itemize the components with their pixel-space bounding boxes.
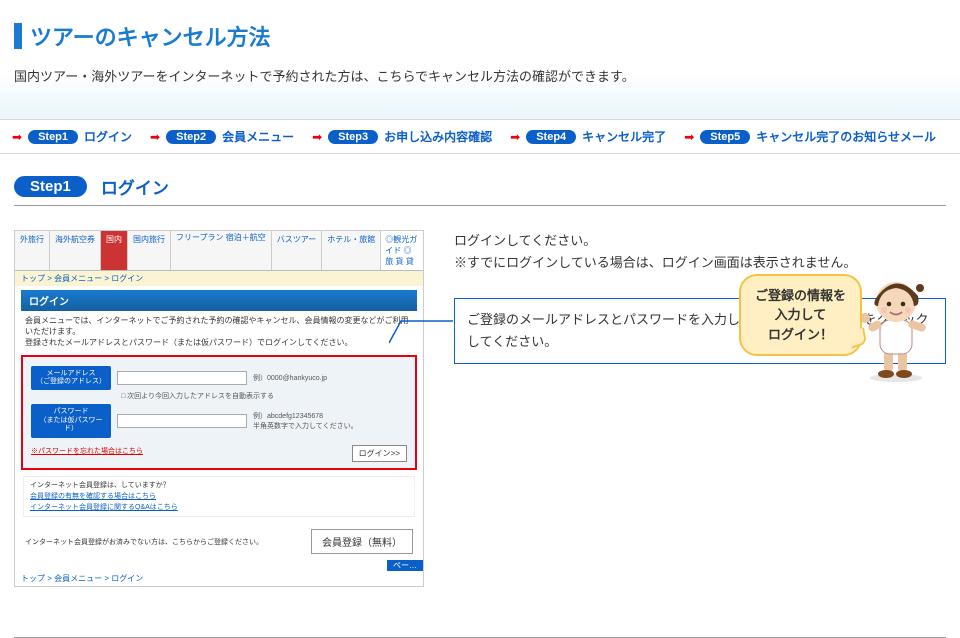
instruction-column: ログインしてください。 ※すでにログインしている場合は、ログイン画面は表示されま… [454, 230, 946, 364]
mock-tab: 外旅行 [15, 231, 50, 270]
section-title: ログイン [101, 174, 169, 199]
arrow-right-icon: ➡ [12, 130, 22, 144]
step-nav-item-5[interactable]: ➡ Step5 キャンセル完了のお知らせメール [684, 128, 936, 145]
mock-login-intro: 会員メニューでは、インターネットでご予約された予約の確認やキャンセル、会員情報の… [15, 311, 423, 353]
mock-register-button: 会員登録（無料） [311, 529, 413, 554]
mock-remember-checkbox: □ 次回より今回入力したアドレスを自動表示する [121, 391, 407, 401]
mock-password-input [117, 414, 247, 428]
mock-email-label: メールアドレス （ご登録のアドレス） [31, 366, 111, 391]
mock-register-message: インターネット会員登録がお済みでない方は、こちらからご登録ください。 [25, 537, 263, 547]
mock-password-hint: 例）abcdefg12345678半角英数字で入力してください。 [253, 411, 358, 431]
mock-login-button: ログイン>> [352, 445, 407, 462]
step-label: ログイン [84, 128, 132, 145]
step-label: キャンセル完了 [582, 128, 666, 145]
mock-forgot-password-link: ※パスワードを忘れた場合はこちら [31, 446, 143, 456]
step-nav-item-3[interactable]: ➡ Step3 お申し込み内容確認 [312, 128, 492, 145]
arrow-right-icon: ➡ [510, 130, 520, 144]
mock-tab-active: 国内 [101, 231, 128, 270]
mascot-group: ご登録の情報を 入力して ログイン！ [739, 272, 940, 382]
mock-help-link: インターネット会員登録に関するQ&Aはこちら [30, 504, 178, 511]
section-step-pill: Step1 [14, 176, 87, 197]
mock-header-links: ◎観光ガイド ◎旅 貨 貸 [381, 231, 423, 270]
mock-email-input [117, 371, 247, 385]
arrow-right-icon: ➡ [312, 130, 322, 144]
step-nav-item-1[interactable]: ➡ Step1 ログイン [12, 128, 132, 145]
section-heading: Step1 ログイン [14, 174, 946, 206]
step-pill: Step4 [526, 130, 576, 144]
step-pill: Step5 [700, 130, 750, 144]
mock-tab: 海外航空券 [50, 231, 101, 270]
mock-breadcrumb: トップ > 会員メニュー > ログイン [15, 271, 423, 286]
mock-login-heading: ログイン [21, 290, 417, 311]
page-header: ツアーのキャンセル方法 国内ツアー・海外ツアーをインターネットで予約された方は、… [0, 0, 960, 119]
step-label: お申し込み内容確認 [384, 128, 492, 145]
mock-register-row: インターネット会員登録がお済みでない方は、こちらからご登録ください。 会員登録（… [15, 523, 423, 560]
mock-password-label: パスワード （または仮パスワード） [31, 404, 111, 437]
step-nav-item-2[interactable]: ➡ Step2 会員メニュー [150, 128, 294, 145]
step1-section: Step1 ログイン 外旅行 海外航空券 国内 国内旅行 フリープラン 宿泊＋航… [0, 154, 960, 597]
arrow-right-icon: ➡ [684, 130, 694, 144]
page-title: ツアーのキャンセル方法 [30, 20, 271, 52]
mock-pager: ペー… [15, 560, 423, 571]
step-pill: Step1 [28, 130, 78, 144]
page-subtitle: 国内ツアー・海外ツアーをインターネットで予約された方は、こちらでキャンセル方法の… [14, 66, 946, 85]
mock-email-hint: 例）0000@hankyuco.jp [253, 373, 327, 383]
arrow-right-icon: ➡ [150, 130, 160, 144]
mock-tab: 国内旅行 [128, 231, 171, 270]
step-label: キャンセル完了のお知らせメール [756, 128, 936, 145]
step-nav-item-4[interactable]: ➡ Step4 キャンセル完了 [510, 128, 666, 145]
step-nav: ➡ Step1 ログイン ➡ Step2 会員メニュー ➡ Step3 お申し込… [0, 119, 960, 154]
speech-bubble: ご登録の情報を 入力して ログイン！ [739, 274, 862, 357]
step-pill: Step3 [328, 130, 378, 144]
mock-tab: フリープラン 宿泊＋航空 [171, 231, 272, 270]
login-screenshot: 外旅行 海外航空券 国内 国内旅行 フリープラン 宿泊＋航空 バスツアー ホテル… [14, 230, 424, 587]
title-accent-bar [14, 23, 22, 49]
callout-pointer-icon [389, 317, 455, 347]
step-pill: Step2 [166, 130, 216, 144]
mock-tabs: 外旅行 海外航空券 国内 国内旅行 フリープラン 宿泊＋航空 バスツアー ホテル… [15, 231, 423, 271]
instruction-line: ログインしてください。 [454, 230, 946, 252]
mock-tab: ホテル・旅館 [322, 231, 381, 270]
mock-help-block: インターネット会員登録は、していますか？ 会員登録の有無を確認する場合はこちら … [23, 476, 415, 518]
mock-help-link: 会員登録の有無を確認する場合はこちら [30, 493, 156, 500]
mock-tab: バスツアー [272, 231, 323, 270]
step-label: 会員メニュー [222, 128, 294, 145]
mock-breadcrumb-bottom: トップ > 会員メニュー > ログイン [15, 571, 423, 586]
mock-login-form-highlight: メールアドレス （ご登録のアドレス） 例）0000@hankyuco.jp □ … [21, 355, 417, 470]
instruction-note: ※すでにログインしている場合は、ログイン画面は表示されません。 [454, 252, 946, 274]
